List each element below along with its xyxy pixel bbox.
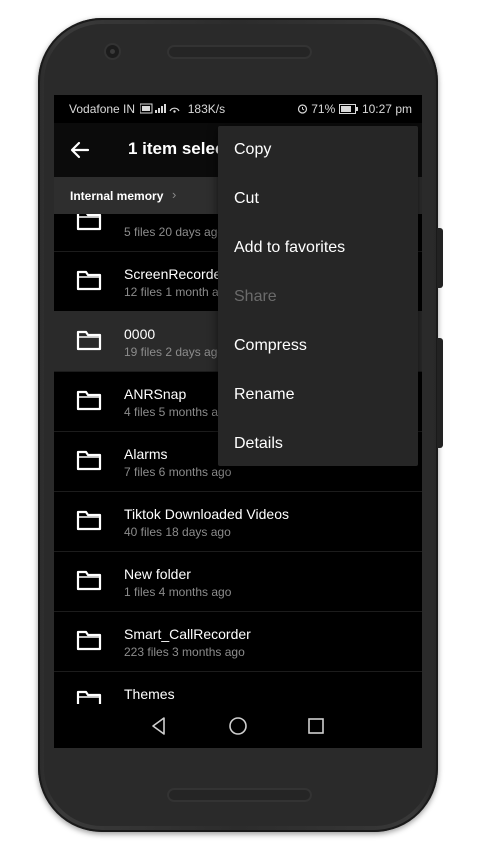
folder-meta: 223 files 3 months ago	[124, 645, 245, 659]
folder-meta: 5 files 20 days ago	[124, 225, 225, 239]
volume-button	[437, 228, 443, 288]
menu-item-label: Compress	[234, 337, 307, 354]
square-recents-icon[interactable]	[305, 715, 327, 737]
folder-meta: 4 files 5 months ago	[124, 405, 232, 419]
signal-icon	[139, 103, 180, 114]
context-menu: Copy Cut Add to favorites Share Compress Rena…	[218, 126, 418, 466]
folder-name: Tiktok Downloaded Videos	[124, 506, 289, 522]
folder-icon	[76, 630, 102, 651]
folder-name: 0000	[124, 326, 156, 342]
arrow-left-icon[interactable]	[68, 138, 92, 162]
menu-item-label: Copy	[234, 141, 272, 158]
folder-name: Smart_CallRecorder	[124, 626, 251, 642]
menu-item-compress[interactable]: Compress	[218, 322, 418, 371]
menu-item-details[interactable]: Details	[218, 420, 418, 469]
power-button	[437, 338, 443, 448]
folder-icon	[76, 690, 102, 704]
carrier-label: Vodafone IN	[69, 102, 136, 116]
folder-row[interactable]: New folder 1 files 4 months ago	[54, 551, 422, 612]
folder-meta: 40 files 18 days ago	[124, 525, 231, 539]
triangle-back-icon[interactable]	[148, 715, 170, 737]
front-camera	[106, 45, 119, 58]
bottom-speaker	[167, 788, 312, 802]
chevron-right-icon: ›	[172, 187, 177, 202]
folder-name: Alarms	[124, 446, 168, 462]
breadcrumb-internal-memory[interactable]: Internal memory	[70, 189, 163, 203]
menu-item-label: Share	[234, 288, 277, 305]
status-right: 71% 10:27 pm	[297, 102, 412, 116]
menu-item-add-to-favorites[interactable]: Add to favorites	[218, 224, 418, 273]
alarm-icon	[297, 104, 307, 114]
menu-item-cut[interactable]: Cut	[218, 175, 418, 224]
menu-item-share: Share	[218, 273, 418, 322]
menu-item-rename[interactable]: Rename	[218, 371, 418, 420]
folder-icon	[76, 330, 102, 351]
menu-item-label: Cut	[234, 190, 259, 207]
folder-name: Themes	[124, 686, 175, 702]
menu-item-label: Rename	[234, 386, 295, 403]
battery-percent: 71%	[311, 102, 336, 116]
navigation-bar	[54, 704, 422, 748]
menu-item-label: Add to favorites	[234, 239, 346, 256]
folder-name: ScreenRecorder	[124, 266, 226, 282]
battery-icon	[338, 104, 358, 114]
folder-icon	[76, 214, 102, 231]
menu-item-label: Details	[234, 435, 283, 452]
folder-meta: 1 files 4 months ago	[124, 585, 232, 599]
folder-icon	[76, 390, 102, 411]
clock: 10:27 pm	[361, 102, 412, 116]
status-bar: Vodafone IN 183K/s 71% 10:27 pm	[54, 95, 422, 123]
status-left: Vodafone IN 183K/s	[69, 102, 225, 116]
folder-row[interactable]: Themes	[54, 671, 422, 704]
folder-icon	[76, 510, 102, 531]
network-speed: 183K/s	[187, 102, 226, 116]
phone-screen: Vodafone IN 183K/s 71% 10:27 pm 1 item s…	[54, 95, 422, 748]
menu-item-copy[interactable]: Copy	[218, 126, 418, 175]
folder-icon	[76, 270, 102, 291]
folder-icon	[76, 570, 102, 591]
folder-row[interactable]: Smart_CallRecorder 223 files 3 months ago	[54, 611, 422, 672]
earpiece-speaker	[167, 45, 312, 59]
folder-meta: 19 files 2 days ago	[124, 345, 225, 359]
folder-name: New folder	[124, 566, 191, 582]
folder-name: ANRSnap	[124, 386, 187, 402]
folder-icon	[76, 450, 102, 471]
folder-row[interactable]: Tiktok Downloaded Videos 40 files 18 days…	[54, 491, 422, 552]
folder-meta: 12 files 1 month ago	[124, 285, 233, 299]
folder-meta: 7 files 6 months ago	[124, 465, 232, 479]
circle-home-icon[interactable]	[227, 715, 249, 737]
